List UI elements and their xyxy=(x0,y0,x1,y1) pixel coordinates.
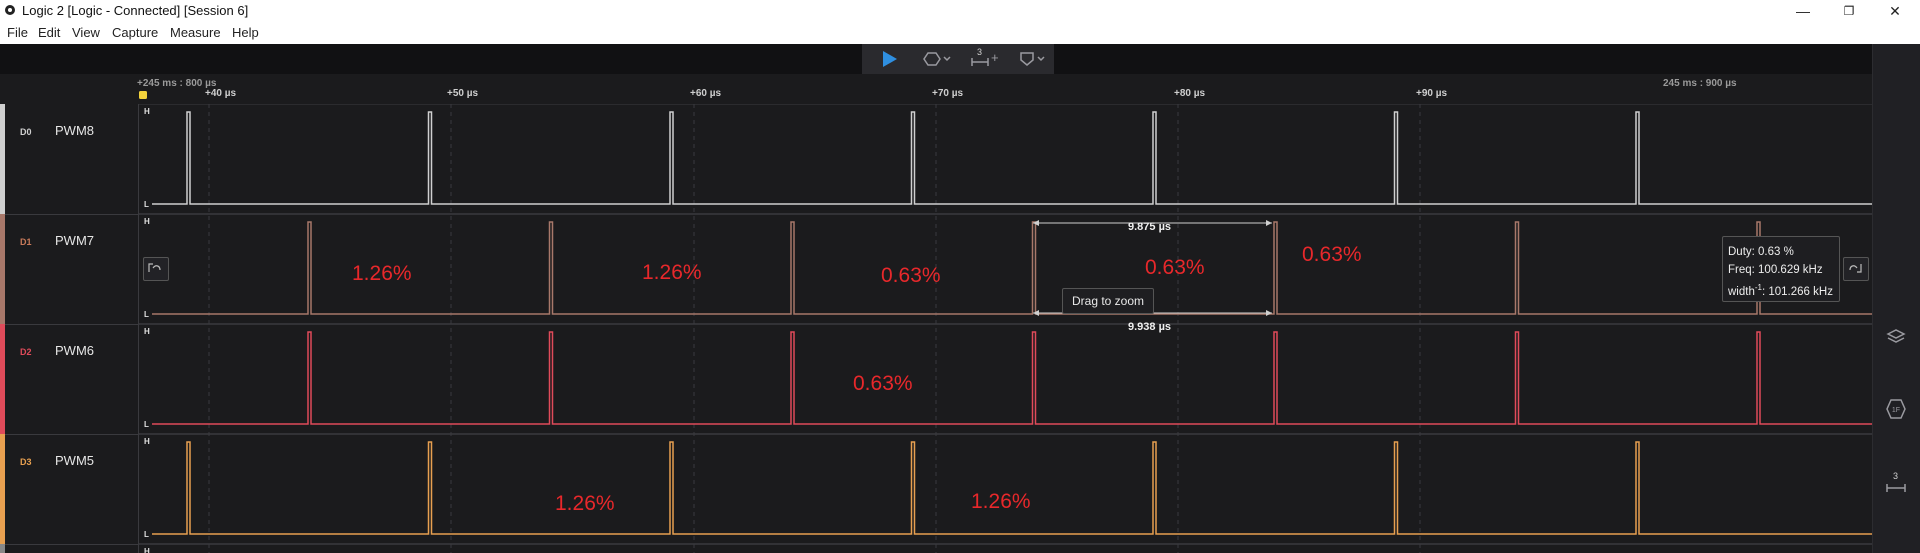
channel-color-bar xyxy=(0,544,5,553)
channel-id: D3 xyxy=(20,457,32,467)
extensions-icon[interactable]: 1F xyxy=(1884,397,1908,421)
channel-name[interactable]: PWM8 xyxy=(55,123,94,138)
next-edge-icon xyxy=(1849,264,1862,273)
channel-color-bar xyxy=(0,324,5,434)
window-title: Logic 2 [Logic - Connected] [Session 6] xyxy=(22,3,249,18)
duty-annotation: 0.63% xyxy=(881,264,941,287)
trigger-marker-icon[interactable] xyxy=(138,90,148,100)
ruler-tick: +50 µs xyxy=(447,88,479,99)
duty-annotation: 1.26% xyxy=(971,490,1031,513)
timing-marker-count: 3 xyxy=(977,47,983,57)
minimize-button[interactable]: — xyxy=(1780,0,1826,22)
duty-annotation: 1.26% xyxy=(555,492,615,515)
width-arrow-bottom-head xyxy=(1266,310,1272,316)
menu-file[interactable]: File xyxy=(7,25,28,40)
channel-color-bar xyxy=(0,434,5,544)
ruler-tick: +60 µs xyxy=(690,88,722,99)
duty-annotation: 0.63% xyxy=(1145,256,1205,279)
svg-text:1F: 1F xyxy=(1892,407,1900,414)
menu-bar xyxy=(0,22,1920,45)
high-level-label: H xyxy=(144,107,150,116)
maximize-button[interactable]: ❐ xyxy=(1826,0,1872,22)
signal-trace-d2 xyxy=(152,331,1872,425)
measurement-info-box: Duty: 0.63 % Freq: 100.629 kHz width-1: … xyxy=(1722,236,1840,302)
duty-annotation: 1.26% xyxy=(642,261,702,284)
width-arrow-top-head xyxy=(1266,220,1272,226)
low-level-label: L xyxy=(144,200,149,209)
high-level-label: H xyxy=(144,547,150,553)
duty-annotation: 1.26% xyxy=(352,262,412,285)
pulse-width-top: 9.875 µs xyxy=(1128,221,1172,233)
channel-name[interactable]: PWM6 xyxy=(55,343,94,358)
frequency-value: Freq: 100.629 kHz xyxy=(1728,264,1823,276)
channel-name[interactable]: PWM5 xyxy=(55,453,94,468)
title-bar xyxy=(0,0,1920,22)
menu-measure[interactable]: Measure xyxy=(170,25,221,40)
duty-annotation: 0.63% xyxy=(1302,243,1362,266)
close-button[interactable]: ✕ xyxy=(1872,0,1918,22)
channel-color-bar xyxy=(0,104,5,214)
ruler-tick: +80 µs xyxy=(1174,88,1206,99)
annotation-filter-icon[interactable] xyxy=(1018,50,1050,68)
channel-row-d0[interactable] xyxy=(0,104,138,215)
channel-row-d1[interactable] xyxy=(0,214,138,325)
channel-row-d3[interactable] xyxy=(0,434,138,545)
waveform-area[interactable]: HLHLHLHLH xyxy=(138,104,1872,553)
analyzers-icon[interactable] xyxy=(1884,325,1908,349)
drag-to-zoom-tooltip: Drag to zoom xyxy=(1062,288,1154,314)
timing-markers-count: 3 xyxy=(1893,471,1899,481)
low-level-label: L xyxy=(144,530,149,539)
grid-lines xyxy=(138,104,1421,553)
trigger-settings-icon[interactable] xyxy=(922,50,954,68)
duty-annotation: 0.63% xyxy=(853,372,913,395)
channel-row-d2[interactable] xyxy=(0,324,138,435)
pulse-width-bottom: 9.938 µs xyxy=(1128,321,1172,333)
ruler-tick: +90 µs xyxy=(1416,88,1448,99)
channel-id: D1 xyxy=(20,237,32,247)
add-marker-button[interactable]: + xyxy=(991,50,999,65)
width-inverse-value: width-1: 101.266 kHz xyxy=(1728,283,1833,298)
ruler-tick: +70 µs xyxy=(932,88,964,99)
low-level-label: L xyxy=(144,420,149,429)
menu-view[interactable]: View xyxy=(72,25,100,40)
high-level-label: H xyxy=(144,217,150,226)
channel-color-bar xyxy=(0,214,5,324)
channel-name[interactable]: PWM7 xyxy=(55,233,94,248)
menu-edit[interactable]: Edit xyxy=(38,25,60,40)
signal-traces xyxy=(152,111,1872,535)
signal-trace-d3 xyxy=(152,441,1872,535)
ruler-tick: +40 µs xyxy=(205,88,237,99)
ruler-end-time: 245 ms : 900 µs xyxy=(1663,78,1737,89)
signal-trace-d0 xyxy=(152,111,1872,205)
menu-capture[interactable]: Capture xyxy=(112,25,158,40)
play-icon[interactable] xyxy=(874,48,902,70)
duty-value: Duty: 0.63 % xyxy=(1728,246,1794,258)
low-level-label: L xyxy=(144,310,149,319)
channel-id: D2 xyxy=(20,347,32,357)
menu-help[interactable]: Help xyxy=(232,25,259,40)
prev-edge-icon xyxy=(148,263,161,272)
high-low-labels: HLHLHLHLH xyxy=(144,107,150,553)
high-level-label: H xyxy=(144,437,150,446)
high-level-label: H xyxy=(144,327,150,336)
logic-app-icon xyxy=(5,5,15,15)
channel-id: D0 xyxy=(20,127,32,137)
